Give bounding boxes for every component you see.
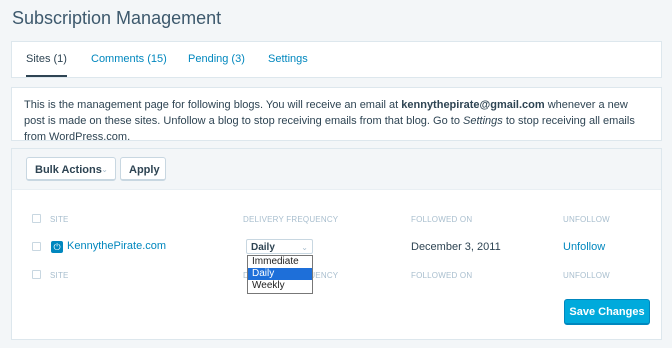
notice-email: kennythepirate@gmail.com (401, 99, 545, 111)
footer-header-site: SITE (50, 271, 69, 280)
row-checkbox[interactable] (32, 242, 41, 251)
frequency-select[interactable]: Daily ⌄ (246, 239, 313, 254)
notice-text: This is the management page for followin… (24, 99, 402, 111)
header-followed-on: FOLLOWED ON (411, 215, 473, 224)
select-all-checkbox-footer[interactable] (32, 270, 41, 279)
tab-pending[interactable]: Pending (3) (188, 42, 245, 77)
bulk-toolbar: Bulk Actions ⌄ Apply (12, 149, 661, 190)
option-weekly[interactable]: Weekly (248, 280, 312, 292)
bulk-actions-button[interactable]: Bulk Actions ⌄ (26, 157, 116, 181)
info-notice: This is the management page for followin… (12, 88, 661, 143)
footer-header-unfollow: UNFOLLOW (563, 271, 610, 280)
subscriptions-card: Bulk Actions ⌄ Apply SITE DELIVERY FREQU… (12, 149, 661, 339)
notice-settings-link[interactable]: Settings (463, 115, 503, 127)
header-unfollow: UNFOLLOW (563, 215, 610, 224)
bulk-actions-label: Bulk Actions (35, 164, 102, 176)
tab-bar: Sites (1) Comments (15) Pending (3) Sett… (12, 42, 661, 77)
tab-sites[interactable]: Sites (1) (26, 42, 67, 77)
tab-comments[interactable]: Comments (15) (91, 42, 167, 77)
option-immediate[interactable]: Immediate (248, 256, 312, 268)
site-link[interactable]: KennythePirate.com (67, 240, 166, 252)
chevron-down-icon: ⌄ (301, 243, 308, 252)
followed-on-date: December 3, 2011 (411, 241, 501, 253)
site-power-icon: ⏻ (51, 241, 63, 253)
frequency-selected-value: Daily (251, 242, 275, 253)
unfollow-link[interactable]: Unfollow (563, 241, 605, 253)
select-all-checkbox[interactable] (32, 214, 41, 223)
frequency-dropdown-list: Immediate Daily Weekly (247, 255, 313, 294)
option-daily[interactable]: Daily (248, 268, 312, 280)
save-changes-button[interactable]: Save Changes (564, 299, 650, 325)
page-title: Subscription Management (12, 8, 222, 28)
apply-button[interactable]: Apply (120, 157, 166, 181)
header-site: SITE (50, 215, 69, 224)
chevron-down-icon: ⌄ (101, 165, 108, 174)
header-delivery-frequency: DELIVERY FREQUENCY (243, 215, 339, 224)
tab-settings[interactable]: Settings (268, 42, 308, 77)
footer-header-followed-on: FOLLOWED ON (411, 271, 473, 280)
